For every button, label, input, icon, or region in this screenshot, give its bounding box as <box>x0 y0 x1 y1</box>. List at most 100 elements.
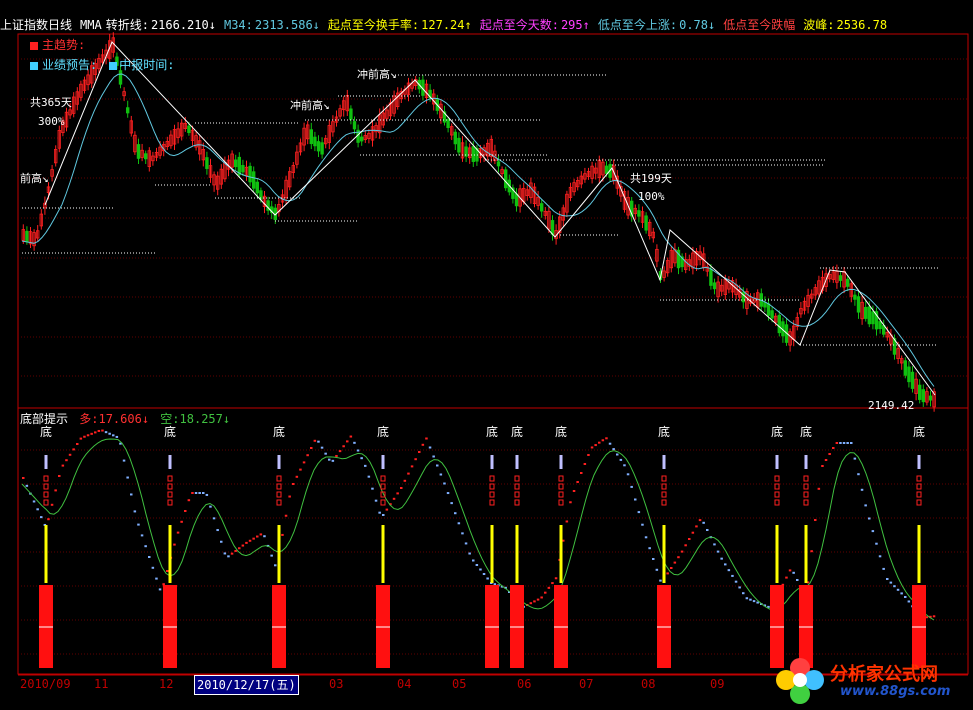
signal-red-dot <box>167 491 173 498</box>
candle-body <box>205 157 209 169</box>
sub-signal-line <box>21 438 935 621</box>
candle-body <box>637 210 641 217</box>
signal-blue-bar <box>168 455 172 469</box>
signal-blue-bar <box>277 455 281 469</box>
signal-yellow-bar <box>775 525 779 583</box>
bottom-marker-label: 底 <box>511 424 523 439</box>
signal-red-dot <box>558 499 564 506</box>
candle-body <box>853 294 857 300</box>
bottom-marker-label: 底 <box>913 424 925 439</box>
candle-body <box>316 141 321 152</box>
signal-red-dot <box>558 491 564 498</box>
signal-red-dot <box>661 475 667 482</box>
cyan-square-icon <box>109 58 119 72</box>
legend: 主趋势: 业绩预告: 中报时间: <box>30 37 174 73</box>
signal-red-dot <box>489 491 495 498</box>
signal-red-dot <box>803 483 809 490</box>
axis-label: 08 <box>641 677 656 691</box>
candle-body <box>320 142 324 155</box>
annotation-days-199: 共199天 <box>630 172 672 185</box>
signal-red-dot <box>803 475 809 482</box>
candle-body <box>503 169 508 189</box>
signal-yellow-bar <box>559 525 563 583</box>
candle-body <box>126 107 130 114</box>
candle-body <box>248 165 252 183</box>
flower-logo-icon <box>776 658 824 704</box>
signal-red-dot <box>514 483 520 490</box>
signal-yellow-bar <box>277 525 281 583</box>
axis-label: 03 <box>329 677 344 691</box>
signal-yellow-bar <box>168 525 172 583</box>
signal-red-dot <box>489 483 495 490</box>
signal-red-dot <box>916 483 922 490</box>
candle-body <box>838 275 843 281</box>
signal-red-dot <box>276 483 282 490</box>
candle-body <box>864 306 868 319</box>
signal-red-dot <box>380 483 386 490</box>
bottom-marker-label: 底 <box>771 424 783 439</box>
candle-body <box>25 230 29 242</box>
candle-body <box>143 153 148 160</box>
candle-body <box>878 321 882 330</box>
signal-blue-bar <box>917 455 921 469</box>
bottom-marker-label: 底 <box>800 424 812 439</box>
candle-body <box>770 310 774 319</box>
signal-blue-bar <box>804 455 808 469</box>
candle-body <box>136 144 141 159</box>
bottom-marker-label: 底 <box>273 424 285 439</box>
watermark: 分析家公式网 www.88gs.com <box>770 652 970 710</box>
signal-red-dot <box>514 499 520 506</box>
signal-red-dot <box>380 475 386 482</box>
candle-body <box>910 371 915 389</box>
axis-label: 06 <box>517 677 532 691</box>
candle-body <box>313 136 317 147</box>
bottom-marker-label: 底 <box>377 424 389 439</box>
candle-body <box>496 161 501 167</box>
candle-body <box>471 146 475 162</box>
axis-label: 04 <box>397 677 412 691</box>
signal-red-dot <box>661 499 667 506</box>
signal-blue-bar <box>44 455 48 469</box>
axis-label: 2010/09 <box>20 677 71 691</box>
candle-body <box>457 137 461 153</box>
signal-red-dot <box>803 499 809 506</box>
signal-blue-bar <box>662 455 666 469</box>
candle-body <box>453 131 457 145</box>
candle-body <box>777 314 781 334</box>
candle-body <box>241 165 245 173</box>
annotation-days-365: 共365天 <box>30 96 72 109</box>
legend-main-force: 主趋势: <box>30 37 174 53</box>
signal-blue-bar <box>559 455 563 469</box>
signal-red-dot <box>774 491 780 498</box>
price-chart[interactable]: 底底底底底底底底底底底 <box>0 0 973 710</box>
candle-body <box>349 108 353 120</box>
sub-panel-title: 底部提示 <box>20 412 69 426</box>
axis-label: 07 <box>579 677 594 691</box>
candle-body <box>540 203 544 212</box>
signal-yellow-bar <box>490 525 494 583</box>
annotation-prev-high-left: 前高↘ <box>20 172 49 185</box>
candle-body <box>309 129 313 145</box>
candle-body <box>712 282 717 290</box>
signal-yellow-bar <box>44 525 48 583</box>
signal-red-dot <box>774 483 780 490</box>
annotation-pct-100: 100% <box>638 190 665 203</box>
last-price-label: 2149.42 <box>868 399 915 412</box>
candle-body <box>359 136 364 142</box>
signal-red-dot <box>489 475 495 482</box>
ma-line <box>21 73 935 387</box>
signal-red-dot <box>276 491 282 498</box>
signal-red-dot <box>803 491 809 498</box>
duo-label: 多: <box>79 412 99 426</box>
cyan-square-icon <box>30 61 38 70</box>
bottom-marker-label: 底 <box>486 424 498 439</box>
signal-red-dot <box>916 491 922 498</box>
selected-date: 2010/12/17(五) <box>194 675 299 695</box>
signal-red-dot <box>558 475 564 482</box>
signal-red-dot <box>514 491 520 498</box>
signal-red-dot <box>514 475 520 482</box>
candle-body <box>928 395 933 401</box>
axis-label: 09 <box>710 677 725 691</box>
watermark-url: www.88gs.com <box>840 684 951 699</box>
signal-red-dot <box>661 491 667 498</box>
